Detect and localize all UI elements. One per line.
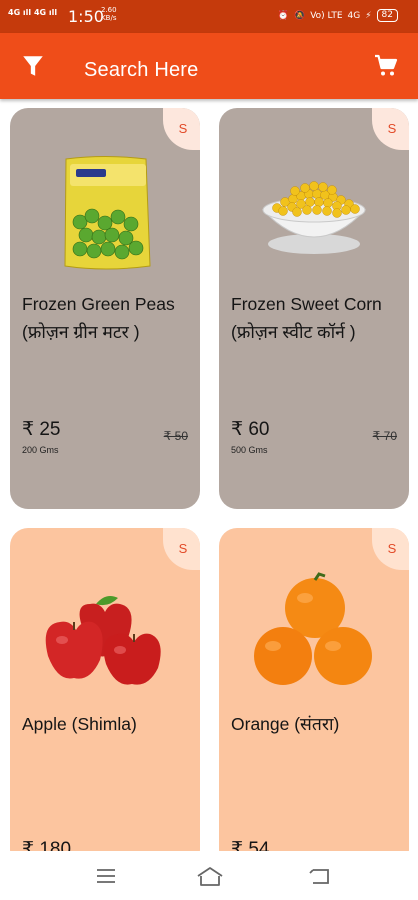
status-right: ⏰ 🔕 Vo) LTE 4G ⚡ 82: [278, 9, 398, 22]
green-peas-image: [64, 156, 151, 270]
product-name-hi: (फ्रोज़न ग्रीन मटर ): [22, 322, 140, 342]
net-speed-value: 2.60: [101, 6, 117, 14]
product-card-frozen-sweet-corn[interactable]: S Frozen Sweet Corn (फ्रोज़न स्वीट कॉर्न…: [219, 108, 409, 509]
net-speed-unit: KB/s: [101, 14, 117, 22]
mrp-price: ₹ 70: [372, 429, 397, 443]
signal-indicator: 4G ıll 4G ıll: [8, 8, 58, 17]
system-nav-bar: [0, 851, 418, 900]
product-card-orange[interactable]: S Orange (संतरा) ₹ 54: [219, 528, 409, 868]
net-speed: 2.60 KB/s: [101, 6, 117, 22]
product-card-apple[interactable]: S Apple (Shimla) ₹ 180: [10, 528, 200, 868]
product-name-en: Apple (Shimla): [22, 714, 137, 734]
menu-icon[interactable]: [95, 865, 117, 887]
alarm-icon: ⏰: [277, 10, 289, 21]
product-name-hi: (फ्रोज़न स्वीट कॉर्न ): [231, 322, 356, 342]
product-name-en: Orange (संतरा): [231, 714, 340, 734]
lte-signal-label: 4G: [347, 10, 361, 21]
product-name: Apple (Shimla): [22, 710, 198, 738]
back-icon[interactable]: [308, 865, 332, 887]
product-name: Orange (संतरा): [231, 710, 407, 738]
volte-label: Vo) LTE: [310, 10, 343, 21]
product-name: Frozen Sweet Corn (फ्रोज़न स्वीट कॉर्न ): [231, 290, 407, 346]
price: ₹ 60: [231, 419, 270, 440]
product-name-en: Frozen Sweet Corn: [231, 294, 382, 314]
battery-indicator: 82: [376, 9, 398, 22]
product-name: Frozen Green Peas (फ्रोज़न ग्रीन मटर ): [22, 290, 198, 346]
filter-icon[interactable]: [20, 53, 46, 79]
price: ₹ 25: [22, 419, 61, 440]
product-card-frozen-green-peas[interactable]: S Frozen Green Peas (फ्रोज़न ग्रीन मटर )…: [10, 108, 200, 509]
app-bar: Search Here: [0, 33, 418, 99]
dnd-icon: 🔕: [294, 10, 306, 21]
mrp-price: ₹ 50: [163, 429, 188, 443]
apple-image: [45, 596, 161, 685]
quantity: 200 Gms: [22, 445, 59, 455]
sweet-corn-image: [261, 181, 367, 254]
quantity: 500 Gms: [231, 445, 268, 455]
signal-1-label: 4G: [8, 8, 21, 17]
clock: 1:50: [68, 7, 104, 26]
cart-icon[interactable]: [374, 54, 398, 78]
orange-image: [254, 572, 372, 685]
home-icon[interactable]: [196, 865, 224, 887]
signal-2-label: 4G: [33, 8, 47, 17]
search-placeholder[interactable]: Search Here: [84, 59, 198, 82]
status-bar: 4G ıll 4G ıll 1:50 2.60 KB/s ⏰ 🔕 Vo) LTE…: [0, 0, 418, 33]
charging-icon: ⚡: [365, 10, 372, 21]
product-name-en: Frozen Green Peas: [22, 294, 175, 314]
